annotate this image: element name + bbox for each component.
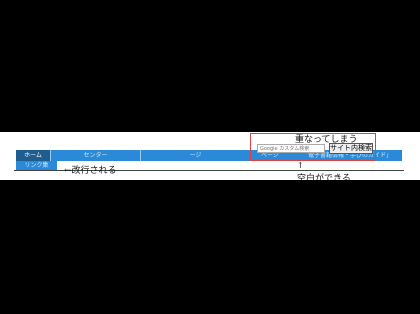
annotation-overlap: 重なってしまう [295, 135, 358, 145]
tab-links-wrapped[interactable]: リンク集 [16, 161, 57, 170]
top-black-band [0, 0, 420, 132]
search-input[interactable] [257, 144, 325, 153]
annotation-wrap: ←改行される [64, 166, 117, 176]
tab-home[interactable]: ホーム [16, 150, 50, 161]
tab-center[interactable]: センター [51, 150, 140, 161]
tab-page[interactable]: ージ [141, 150, 250, 161]
bottom-black-band [0, 180, 420, 314]
page-content: ホーム センター ージ ページ 電子書籍情報・手びのガイド」 リンク集 サイト内… [0, 132, 420, 184]
annotation-arrow: ↑ [297, 161, 304, 170]
